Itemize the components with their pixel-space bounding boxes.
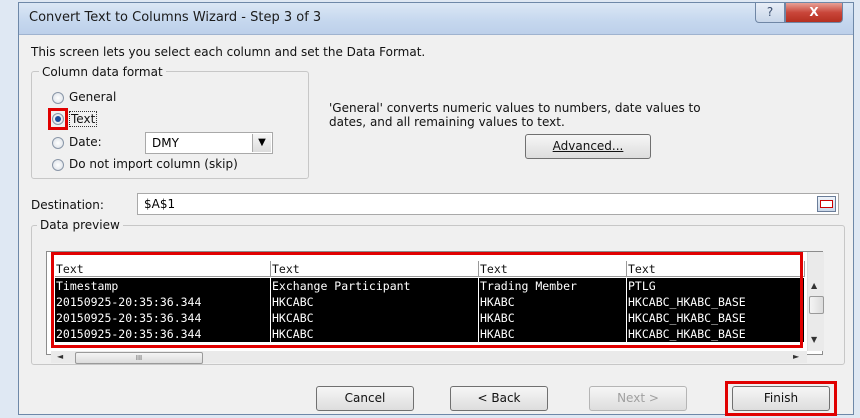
general-label[interactable]: General [69, 90, 116, 104]
description-line-2: dates, and all remaining values to text. [329, 115, 565, 129]
next-button[interactable]: Next > [589, 386, 687, 411]
advanced-button[interactable]: Advanced... [525, 134, 651, 159]
date-format-select[interactable]: DMY ▼ [145, 132, 273, 154]
wizard-window: Convert Text to Columns Wizard - Step 3 … [18, 2, 854, 416]
text-label[interactable]: Text [69, 111, 98, 127]
horizontal-scroll-thumb[interactable]: III [75, 352, 203, 364]
horizontal-scrollbar[interactable]: ◄ III ► [51, 351, 807, 364]
general-radio[interactable] [52, 92, 64, 104]
destination-label: Destination: [31, 198, 104, 212]
range-picker-icon[interactable] [817, 196, 836, 212]
date-label[interactable]: Date: [69, 135, 102, 149]
title-bar: Convert Text to Columns Wizard - Step 3 … [19, 3, 853, 35]
destination-value: $A$1 [144, 197, 176, 211]
window-title: Convert Text to Columns Wizard - Step 3 … [29, 10, 322, 25]
intro-text: This screen lets you select each column … [31, 45, 426, 59]
column-format-label: Column data format [39, 65, 166, 79]
close-button[interactable]: X [785, 3, 843, 23]
scroll-left-icon[interactable]: ◄ [57, 351, 63, 363]
advanced-button-label: Advanced... [552, 139, 624, 153]
scroll-right-icon[interactable]: ► [793, 351, 799, 363]
description-line-1: 'General' converts numeric values to num… [329, 101, 701, 115]
date-format-value: DMY [152, 136, 179, 150]
vertical-scrollbar[interactable]: ▲ ▼ [807, 252, 824, 351]
preview-highlight [51, 252, 803, 348]
skip-radio[interactable] [52, 159, 64, 171]
text-radio-highlight [48, 108, 68, 130]
skip-label[interactable]: Do not import column (skip) [69, 157, 238, 171]
help-button[interactable]: ? [755, 3, 785, 23]
finish-highlight [725, 381, 837, 416]
back-button[interactable]: < Back [450, 386, 548, 411]
scroll-down-icon[interactable]: ▼ [811, 335, 817, 344]
scroll-up-icon[interactable]: ▲ [811, 281, 817, 290]
vertical-scroll-thumb[interactable] [809, 296, 824, 314]
destination-input[interactable]: $A$1 [137, 193, 839, 215]
date-radio[interactable] [52, 137, 64, 149]
data-preview-label: Data preview [37, 218, 123, 232]
cancel-button[interactable]: Cancel [316, 386, 414, 411]
chevron-down-icon[interactable]: ▼ [252, 134, 271, 152]
